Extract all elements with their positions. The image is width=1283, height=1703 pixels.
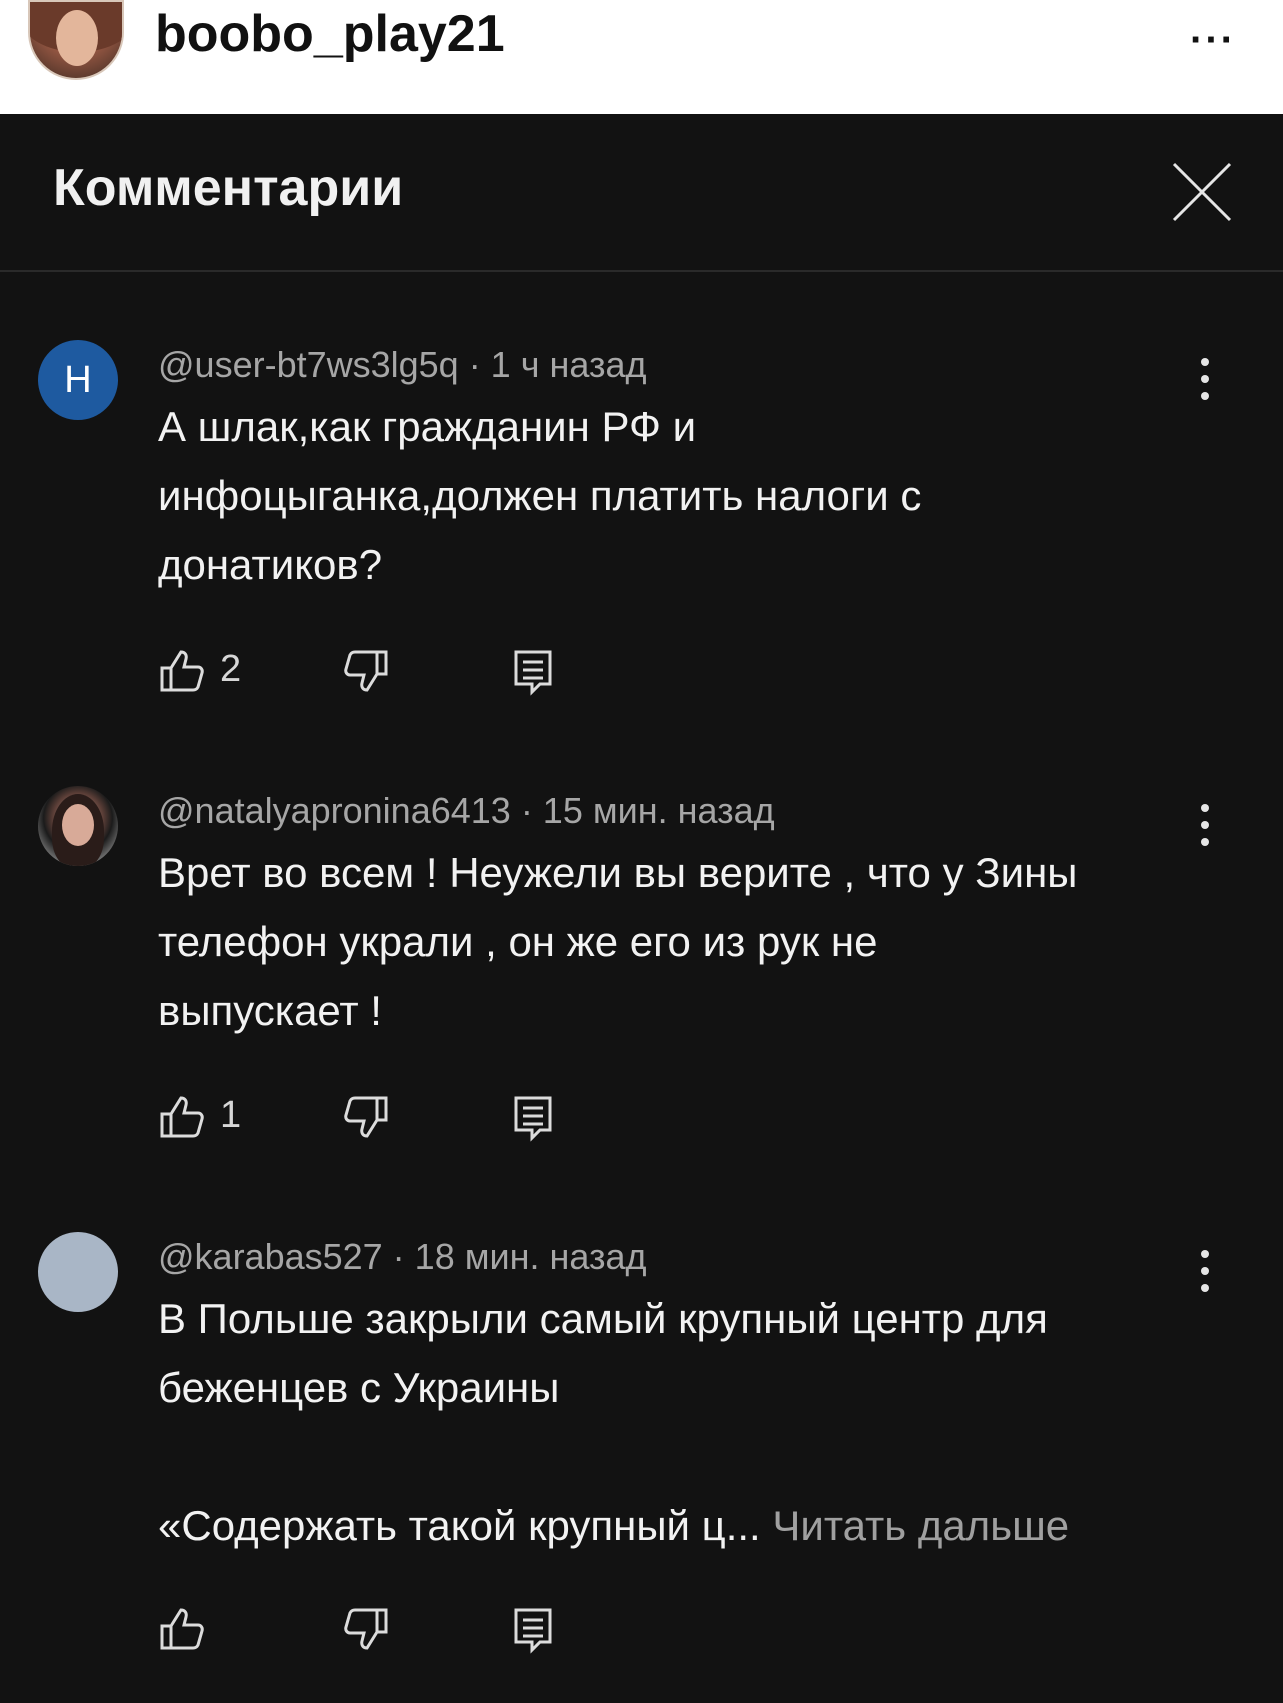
comment-actions: 2 [158,646,578,696]
profile-username[interactable]: boobo_play21 [155,4,505,64]
comment-meta: @user-bt7ws3lg5q · 1 ч назад [158,344,647,385]
instagram-header: boobo_play21 ··· [0,0,1283,114]
reply-icon[interactable] [508,1604,558,1654]
like-icon[interactable] [158,1604,208,1654]
comments-panel-title: Комментарии [53,159,404,217]
comment-actions [158,1604,578,1654]
like-icon[interactable] [158,1092,208,1142]
dislike-icon[interactable] [340,1604,390,1654]
comment-text: Врет во всем ! Неужели вы верите , что у… [158,849,1078,1034]
header-divider [0,270,1283,272]
commenter-avatar[interactable] [38,786,118,866]
dislike-icon[interactable] [340,1092,390,1142]
like-count: 1 [220,1094,242,1136]
comment-text: В Польше закрыли самый крупный центр для… [158,1284,1208,1560]
profile-avatar[interactable] [28,0,124,80]
comment-text: А шлак,как гражданин РФ и инфоцыганка,до… [158,403,922,588]
like-count: 2 [220,648,242,690]
comment-meta: @karabas527 · 18 мин. назад [158,1236,647,1277]
more-options-button[interactable]: ··· [1190,18,1236,63]
comment-meta: @natalyapronina6413 · 15 мин. назад [158,790,775,831]
close-icon[interactable] [1170,160,1234,224]
commenter-avatar[interactable] [38,1232,118,1312]
comment-actions: 1 [158,1092,578,1142]
commenter-avatar[interactable]: Н [38,340,118,420]
reply-icon[interactable] [508,1092,558,1142]
reply-icon[interactable] [508,646,558,696]
read-more-link[interactable]: Читать дальше [772,1502,1069,1549]
dislike-icon[interactable] [340,646,390,696]
like-icon[interactable] [158,646,208,696]
